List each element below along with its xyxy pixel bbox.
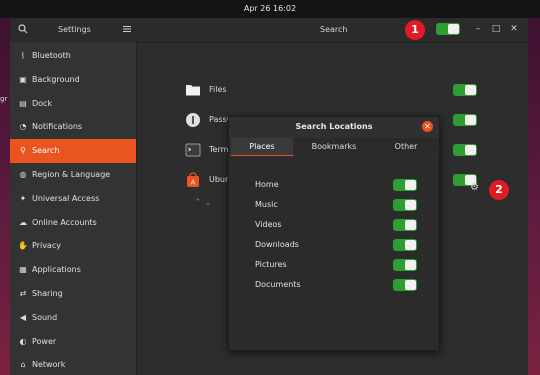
sidebar-item-label: Dock	[32, 98, 53, 108]
place-label: Music	[255, 200, 278, 209]
sidebar-item-applications[interactable]: ▦ Applications	[10, 258, 136, 282]
search-master-switch[interactable]	[436, 23, 460, 35]
power-icon: ◐	[19, 336, 27, 346]
sidebar-item-label: Region & Language	[32, 170, 111, 179]
sidebar-item-label: Network	[32, 360, 66, 370]
key-icon	[186, 113, 200, 127]
folder-icon	[186, 85, 200, 96]
share-icon: ⇄	[19, 289, 27, 298]
terminal-switch[interactable]	[453, 144, 477, 156]
background-icon: ▣	[19, 74, 27, 84]
sidebar-item-label: Online Accounts	[32, 217, 97, 227]
close-button[interactable]: ✕	[508, 23, 520, 35]
dock-icon: ▤	[19, 98, 27, 108]
hamburger-menu-icon[interactable]	[123, 24, 131, 34]
desktop-text: gr	[0, 95, 8, 103]
sidebar-item-privacy[interactable]: ✋ Privacy	[10, 234, 136, 258]
reorder-chevrons[interactable]: ⌃ ⌄	[194, 198, 212, 208]
sidebar-item-label: Bluetooth	[32, 51, 71, 60]
sidebar-item-notifications[interactable]: ◔ Notifications	[10, 115, 136, 139]
row-label: Files	[209, 85, 227, 94]
network-icon: ⌂	[20, 360, 26, 370]
software-icon: A	[187, 172, 199, 187]
documents-switch[interactable]	[393, 279, 417, 291]
search-icon: ⚲	[20, 146, 26, 156]
place-row-music[interactable]: Music	[255, 195, 419, 215]
sidebar-item-label: Notifications	[32, 122, 83, 132]
place-row-videos[interactable]: Videos	[255, 215, 419, 235]
places-list: Home Music Videos Downloads Pictures Doc…	[229, 156, 439, 350]
sidebar-item-background[interactable]: ▣ Background	[10, 68, 136, 92]
place-label: Pictures	[255, 260, 287, 269]
place-label: Documents	[255, 280, 301, 289]
annotation-badge-2: 2	[489, 180, 509, 200]
search-row-files[interactable]: Files	[185, 77, 485, 103]
sidebar-item-region-language[interactable]: ◍ Region & Language	[10, 163, 136, 187]
sidebar-item-dock[interactable]: ▤ Dock	[10, 92, 136, 116]
sidebar-item-bluetooth[interactable]: ᛒ Bluetooth	[10, 44, 136, 68]
sidebar-item-sharing[interactable]: ⇄ Sharing	[10, 282, 136, 306]
apps-icon: ▦	[19, 265, 27, 275]
top-bar: Apr 26 16:02	[0, 0, 540, 18]
downloads-switch[interactable]	[393, 239, 417, 251]
globe-icon: ◍	[19, 170, 27, 179]
pictures-switch[interactable]	[393, 259, 417, 271]
gear-icon[interactable]: ⚙	[470, 182, 479, 193]
home-switch[interactable]	[393, 179, 417, 191]
music-switch[interactable]	[393, 199, 417, 211]
passwords-switch[interactable]	[453, 114, 477, 126]
sidebar-item-sound[interactable]: ◀ Sound	[10, 306, 136, 330]
accessibility-icon: ✦	[19, 193, 27, 203]
maximize-button[interactable]: □	[490, 23, 502, 35]
files-switch[interactable]	[453, 84, 477, 96]
dialog-close-button[interactable]: ✕	[422, 121, 433, 132]
svg-text:A: A	[191, 179, 196, 187]
row-label: Ubun	[209, 175, 231, 184]
search-icon[interactable]	[18, 24, 28, 34]
sidebar-item-label: Background	[32, 74, 80, 84]
place-row-home[interactable]: Home	[255, 175, 419, 195]
tab-other[interactable]: Other	[375, 138, 437, 155]
sidebar-item-power[interactable]: ◐ Power	[10, 330, 136, 354]
place-row-documents[interactable]: Documents	[255, 275, 419, 295]
tab-places[interactable]: Places	[231, 138, 293, 157]
minimize-button[interactable]: –	[472, 23, 484, 35]
speaker-icon: ◀	[19, 312, 27, 322]
search-locations-dialog: Search Locations ✕ Places Bookmarks Othe…	[228, 116, 440, 351]
terminal-icon	[185, 143, 201, 157]
clock[interactable]: Apr 26 16:02	[244, 4, 296, 13]
annotation-badge-1: 1	[405, 20, 425, 40]
place-label: Videos	[255, 220, 282, 229]
sidebar-item-label: Sound	[32, 312, 58, 322]
sidebar-item-universal-access[interactable]: ✦ Universal Access	[10, 187, 136, 211]
sidebar: ᛒ Bluetooth ▣ Background ▤ Dock ◔ Notifications…	[10, 42, 137, 375]
window-title: Settings	[58, 25, 91, 34]
sidebar-item-online-accounts[interactable]: ☁ Online Accounts	[10, 211, 136, 235]
dialog-title: Search Locations	[295, 122, 373, 131]
place-label: Downloads	[255, 240, 299, 249]
sidebar-item-label: Applications	[32, 265, 81, 275]
videos-switch[interactable]	[393, 219, 417, 231]
sidebar-item-label: Privacy	[32, 241, 61, 251]
panel-title: Search	[320, 25, 348, 34]
bluetooth-icon: ᛒ	[20, 51, 26, 60]
sidebar-item-label: Sharing	[32, 289, 63, 298]
sidebar-item-label: Universal Access	[32, 193, 100, 203]
sidebar-item-search[interactable]: ⚲ Search	[10, 139, 136, 164]
bell-icon: ◔	[19, 122, 27, 132]
sidebar-item-label: Power	[32, 336, 57, 346]
place-row-downloads[interactable]: Downloads	[255, 235, 419, 255]
sidebar-item-label: Search	[32, 146, 60, 156]
dialog-tabs: Places Bookmarks Other	[229, 138, 439, 157]
sidebar-item-network[interactable]: ⌂ Network	[10, 353, 136, 375]
place-row-pictures[interactable]: Pictures	[255, 255, 419, 275]
tab-bookmarks[interactable]: Bookmarks	[299, 138, 369, 155]
row-label: Term	[209, 145, 229, 154]
cloud-icon: ☁	[19, 217, 27, 227]
hand-icon: ✋	[18, 241, 28, 251]
title-bar: Settings Search – □ ✕	[10, 18, 528, 43]
place-label: Home	[255, 180, 279, 189]
